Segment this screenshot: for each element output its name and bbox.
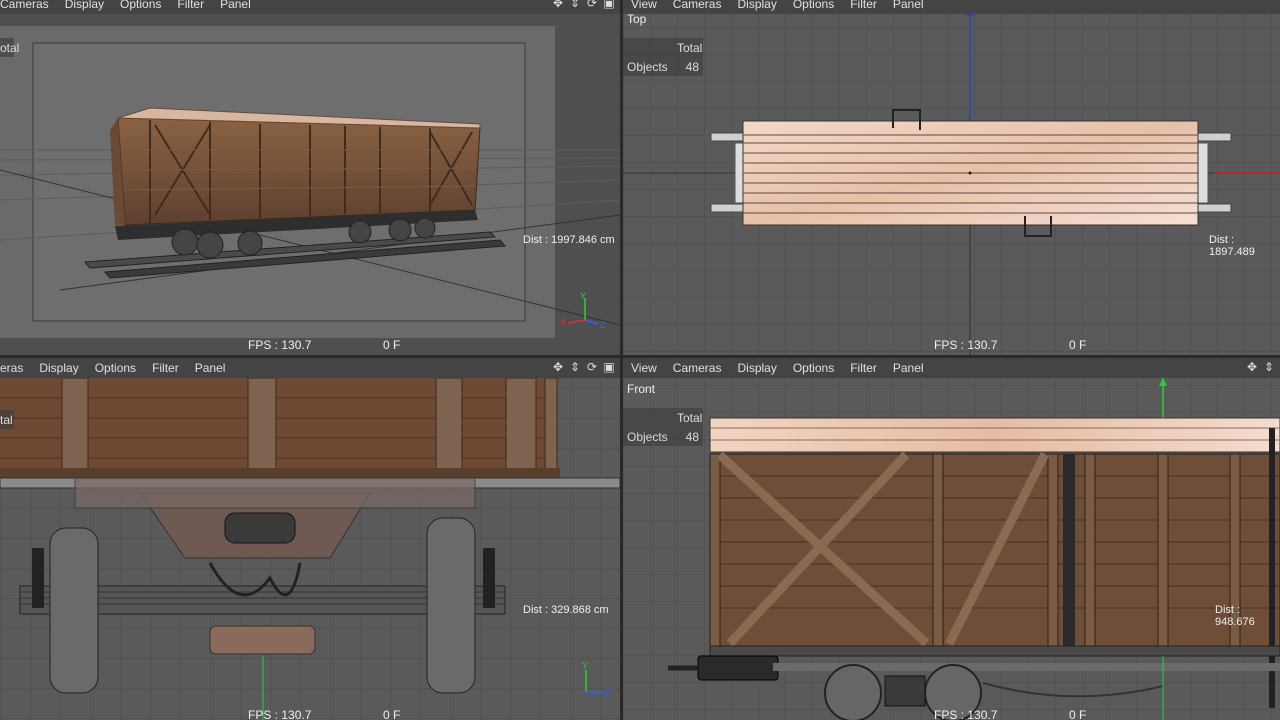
stats-objects-label: Objects [627, 429, 668, 444]
menu-display[interactable]: Display [31, 361, 86, 375]
viewport-front[interactable]: View Cameras Display Options Filter Pane… [623, 358, 1280, 720]
stats-panel: tal [0, 410, 14, 429]
fps-readout: FPS : 130.7 [248, 708, 312, 720]
perspective-scene [0, 26, 620, 338]
menu-panel[interactable]: Panel [885, 0, 932, 11]
menu-options[interactable]: Options [785, 361, 842, 375]
maximize-icon[interactable]: ▣ [602, 0, 616, 10]
menu-options[interactable]: Options [112, 0, 169, 11]
viewport-label-top: Top [627, 12, 647, 26]
distance-readout: Dist : 329.868 cm [523, 604, 609, 616]
menu-panel[interactable]: Panel [212, 0, 259, 11]
axis-label-z: Z [604, 687, 610, 697]
frame-readout: 0 F [383, 338, 401, 352]
move-icon[interactable]: ✥ [551, 360, 565, 374]
axis-label-y: Y [580, 291, 587, 301]
stats-objects-value: 48 [685, 59, 699, 74]
viewport-top[interactable]: View Cameras Display Options Filter Pane… [623, 0, 1280, 355]
distance-readout: Dist : 1897.489 [1209, 234, 1255, 258]
menu-view[interactable]: View [623, 0, 665, 11]
menubar-top: View Cameras Display Options Filter Pane… [623, 0, 1280, 14]
menu-filter[interactable]: Filter [144, 361, 187, 375]
zoom-icon[interactable]: ⇕ [568, 360, 582, 374]
menubar-perspective: Cameras Display Options Filter Panel ✥ ⇕… [0, 0, 620, 14]
fps-readout: FPS : 130.7 [248, 338, 312, 352]
frame-readout: 0 F [1069, 338, 1087, 352]
stats-objects-label: Objects [627, 59, 668, 74]
maximize-icon[interactable]: ▣ [602, 360, 616, 374]
stats-objects-value: 48 [685, 429, 699, 444]
axis-label-z: Z [600, 320, 606, 330]
menu-display[interactable]: Display [729, 0, 784, 11]
axis-label-y: Y [582, 661, 589, 671]
menu-filter[interactable]: Filter [169, 0, 212, 11]
stats-total-label: tal [0, 412, 13, 427]
fps-readout: FPS : 130.7 [934, 708, 998, 720]
menu-cameras[interactable]: Cameras [665, 361, 730, 375]
menu-cameras[interactable]: Cameras [0, 0, 57, 11]
stats-panel: otal [0, 38, 20, 57]
frame-readout: 0 F [383, 708, 401, 720]
stats-total-label: Total [677, 40, 703, 55]
stats-total-label: otal [0, 40, 20, 55]
zoom-icon[interactable]: ⇕ [568, 0, 582, 10]
viewport-perspective[interactable]: Cameras Display Options Filter Panel ✥ ⇕… [0, 0, 620, 355]
top-scene [623, 8, 1280, 355]
menu-cameras[interactable]: Cameras [665, 0, 730, 11]
move-icon[interactable]: ✥ [1245, 360, 1259, 374]
axis-label-x: X [560, 317, 567, 327]
menubar-right: eras Display Options Filter Panel ✥ ⇕ ⟳ … [0, 358, 620, 378]
viewport-label-front: Front [627, 382, 656, 396]
menu-filter[interactable]: Filter [842, 0, 885, 11]
stats-panel: Total Objects 48 [623, 408, 703, 446]
menu-panel[interactable]: Panel [187, 361, 234, 375]
menu-display[interactable]: Display [57, 0, 112, 11]
fps-readout: FPS : 130.7 [934, 338, 998, 352]
rotate-icon[interactable]: ⟳ [585, 360, 599, 374]
stats-panel: Total Objects 48 [623, 38, 703, 76]
distance-readout: Dist : 948.676 [1215, 604, 1255, 628]
menu-options[interactable]: Options [87, 361, 144, 375]
front-scene [623, 378, 1280, 720]
menu-panel[interactable]: Panel [885, 361, 932, 375]
zoom-icon[interactable]: ⇕ [1262, 360, 1276, 374]
viewport-right[interactable]: eras Display Options Filter Panel ✥ ⇕ ⟳ … [0, 358, 620, 720]
menu-display[interactable]: Display [729, 361, 784, 375]
menu-options[interactable]: Options [785, 0, 842, 11]
stats-total-label: Total [677, 410, 703, 425]
menu-cameras[interactable]: eras [0, 361, 31, 375]
menubar-front: View Cameras Display Options Filter Pane… [623, 358, 1280, 378]
menu-filter[interactable]: Filter [842, 361, 885, 375]
frame-readout: 0 F [1069, 708, 1087, 720]
rotate-icon[interactable]: ⟳ [585, 0, 599, 10]
distance-readout: Dist : 1997.846 cm [523, 234, 615, 246]
move-icon[interactable]: ✥ [551, 0, 565, 10]
menu-view[interactable]: View [623, 361, 665, 375]
right-scene [0, 377, 620, 720]
